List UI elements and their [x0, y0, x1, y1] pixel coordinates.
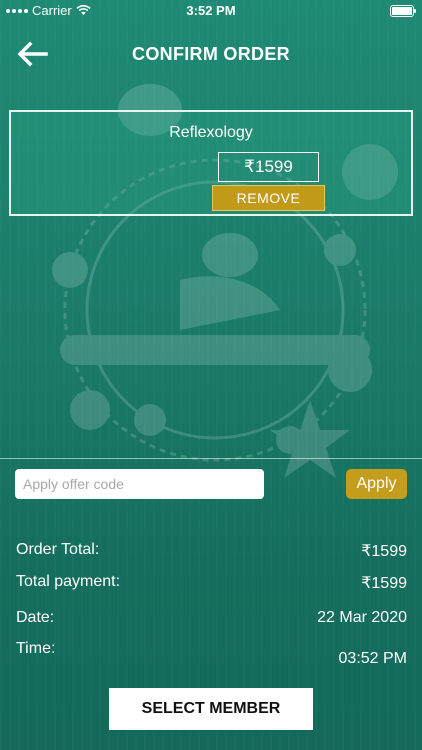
order-total-value: ₹1599	[361, 543, 407, 560]
remove-button[interactable]: REMOVE	[212, 185, 325, 211]
total-payment-label: Total payment:	[16, 573, 121, 590]
apply-offer-button[interactable]: Apply	[346, 469, 407, 499]
confirm-order-screen: Carrier 3:52 PM CONFIRM ORDER Reflexolog…	[0, 0, 422, 750]
order-total-label: Order Total:	[16, 541, 100, 558]
total-payment-value: ₹1599	[361, 575, 407, 592]
offer-code-input[interactable]	[15, 469, 264, 499]
header: CONFIRM ORDER	[0, 36, 422, 72]
cart-item-card: Reflexology ₹1599 REMOVE	[9, 110, 413, 216]
time-value: 03:52 PM	[338, 650, 407, 667]
service-price: ₹1599	[218, 152, 319, 182]
page-title: CONFIRM ORDER	[132, 44, 290, 64]
status-bar: Carrier 3:52 PM	[0, 0, 422, 22]
divider	[0, 458, 422, 459]
status-time: 3:52 PM	[186, 3, 236, 18]
time-label: Time:	[16, 640, 56, 657]
select-member-button[interactable]: SELECT MEMBER	[109, 688, 313, 730]
date-value: 22 Mar 2020	[317, 609, 407, 626]
battery-icon	[390, 5, 416, 17]
service-name: Reflexology	[169, 124, 253, 141]
date-label: Date:	[16, 609, 55, 626]
